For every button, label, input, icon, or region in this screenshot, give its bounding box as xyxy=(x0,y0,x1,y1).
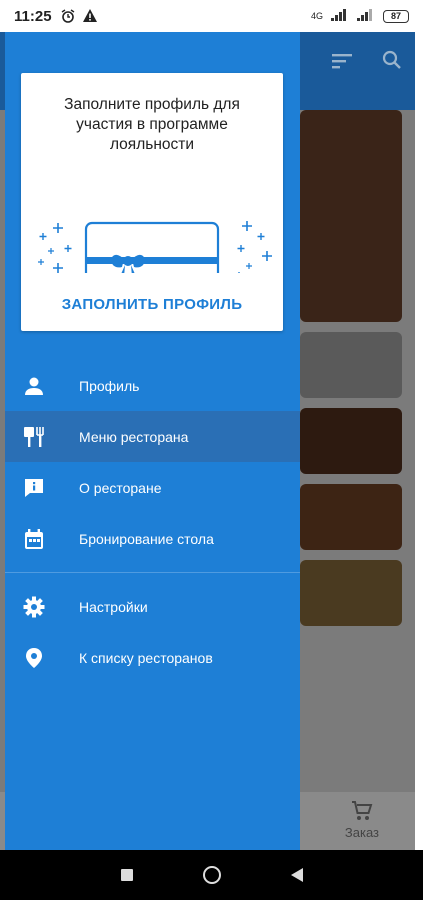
background-card xyxy=(300,110,402,322)
promo-text: Заполните профиль для участия в программ… xyxy=(64,96,240,153)
network-type: 4G xyxy=(310,11,323,21)
restaurant-menu-icon xyxy=(23,426,45,448)
gift-card-icon xyxy=(38,221,272,273)
alarm-icon xyxy=(60,8,76,24)
menu-item-settings[interactable]: Настройки xyxy=(5,581,300,632)
recents-button[interactable] xyxy=(120,869,133,881)
sort-icon xyxy=(332,50,354,76)
home-button[interactable] xyxy=(202,866,221,884)
status-indicators: 4G 87 xyxy=(311,9,409,23)
background-card xyxy=(300,484,402,550)
status-bar: 11:25 4G 87 xyxy=(0,0,423,32)
gear-icon xyxy=(23,596,45,618)
menu-item-label: К списку ресторанов xyxy=(79,649,213,666)
menu-item-restaurant-list[interactable]: К списку ресторанов xyxy=(5,632,300,683)
signal-icon xyxy=(331,9,349,23)
calendar-icon xyxy=(23,528,45,550)
system-nav-bar xyxy=(0,850,423,900)
menu-item-about-restaurant[interactable]: О ресторане xyxy=(5,462,300,513)
menu-item-table-booking[interactable]: Бронирование стола xyxy=(5,513,300,564)
person-icon xyxy=(23,375,45,397)
cart-icon xyxy=(351,800,373,825)
order-label: Заказ xyxy=(344,825,379,840)
screen-edge xyxy=(415,32,423,850)
menu-item-label: О ресторане xyxy=(79,479,162,496)
info-chat-icon xyxy=(23,477,45,499)
signal-icon-2 xyxy=(357,9,375,23)
menu-item-profile[interactable]: Профиль xyxy=(5,360,300,411)
fill-profile-button[interactable]: ЗАПОЛНИТЬ ПРОФИЛЬ xyxy=(21,296,283,313)
background-card xyxy=(300,560,402,626)
menu-item-label: Меню ресторана xyxy=(79,428,189,445)
location-pin-icon xyxy=(23,647,45,669)
menu-divider xyxy=(5,572,300,573)
search-icon xyxy=(382,50,402,76)
battery-icon: 87 xyxy=(383,9,409,23)
order-tab: Заказ xyxy=(345,800,379,840)
back-button[interactable] xyxy=(290,868,303,882)
navigation-drawer: Заполните профиль для участия в программ… xyxy=(5,32,300,850)
background-card xyxy=(300,408,402,474)
drawer-menu: Профиль Меню ресторана О ресторане Брони… xyxy=(5,360,300,683)
background-card xyxy=(300,332,402,398)
menu-item-label: Профиль xyxy=(79,377,140,394)
menu-item-label: Бронирование стола xyxy=(79,530,214,547)
menu-item-restaurant-menu[interactable]: Меню ресторана xyxy=(5,411,300,462)
warning-icon xyxy=(82,8,98,24)
menu-item-label: Настройки xyxy=(79,598,148,615)
loyalty-promo-card: Заполните профиль для участия в программ… xyxy=(21,73,283,331)
status-time: 11:25 xyxy=(14,7,52,25)
